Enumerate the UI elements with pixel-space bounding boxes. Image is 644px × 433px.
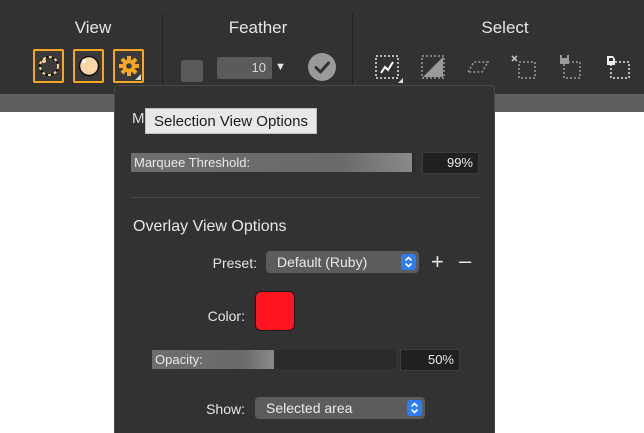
marquee-threshold-slider[interactable]: Marquee Threshold: bbox=[131, 153, 415, 172]
app-window: { "toolbar": { "groups": [ {"label": "Vi… bbox=[0, 0, 644, 433]
opacity-value[interactable]: 50% bbox=[400, 349, 460, 371]
preset-label: Preset: bbox=[212, 255, 257, 271]
show-label: Show: bbox=[206, 401, 245, 417]
select-group-label: Select bbox=[481, 18, 529, 37]
load-selection-icon[interactable] bbox=[600, 50, 632, 84]
preset-stepper bbox=[401, 254, 416, 270]
dropdown-corner-icon bbox=[135, 74, 141, 80]
preset-popup[interactable]: Default (Ruby) bbox=[266, 251, 419, 273]
deselect-icon[interactable] bbox=[508, 50, 540, 84]
feather-value-field[interactable]: 10 bbox=[217, 57, 272, 79]
overlay-view-button[interactable] bbox=[73, 49, 104, 83]
gradient-selection-icon[interactable] bbox=[417, 50, 449, 84]
marquee-threshold-label: Marquee Threshold: bbox=[134, 155, 251, 170]
add-preset-button[interactable]: + bbox=[431, 251, 444, 273]
remove-preset-button[interactable]: – bbox=[459, 250, 471, 272]
selection-view-options-popover: M Selection View Options Marquee Thresho… bbox=[114, 85, 495, 433]
toolbar-divider bbox=[352, 14, 353, 90]
feather-preview-icon bbox=[181, 60, 203, 82]
freehand-parallelogram-icon[interactable] bbox=[462, 50, 494, 84]
feather-group-label: Feather bbox=[228, 18, 288, 37]
marquee-threshold-value[interactable]: 99% bbox=[422, 152, 479, 174]
view-options-button[interactable] bbox=[113, 49, 144, 83]
opacity-label: Opacity: bbox=[155, 352, 203, 367]
show-popup[interactable]: Selected area bbox=[255, 397, 425, 419]
overlay-color-swatch[interactable] bbox=[255, 291, 295, 331]
selection-brush-icon[interactable] bbox=[371, 50, 403, 84]
color-label: Color: bbox=[207, 308, 245, 324]
chevron-updown-icon bbox=[404, 256, 413, 268]
opacity-slider[interactable]: Opacity: bbox=[152, 350, 396, 369]
toolbar: View Feather Select 10 ▼ bbox=[0, 0, 644, 94]
preset-value: Default (Ruby) bbox=[277, 254, 368, 270]
overlay-circle-icon bbox=[78, 55, 100, 77]
popover-partial-title: M bbox=[132, 110, 145, 127]
view-group-label: View bbox=[74, 18, 112, 37]
save-selection-icon[interactable] bbox=[554, 50, 586, 84]
show-value: Selected area bbox=[266, 400, 353, 416]
feather-apply-button[interactable] bbox=[308, 53, 336, 81]
feather-dropdown-icon[interactable]: ▼ bbox=[275, 61, 286, 73]
marching-ants-circle-icon bbox=[39, 56, 59, 76]
section-divider bbox=[131, 197, 480, 198]
show-stepper bbox=[407, 400, 422, 416]
tooltip: Selection View Options bbox=[145, 108, 317, 134]
toolbar-divider bbox=[162, 14, 163, 90]
checkmark-circle-icon bbox=[314, 61, 330, 74]
marching-ants-view-button[interactable] bbox=[33, 49, 64, 83]
chevron-updown-icon bbox=[410, 402, 419, 414]
overlay-view-options-title: Overlay View Options bbox=[133, 218, 287, 235]
